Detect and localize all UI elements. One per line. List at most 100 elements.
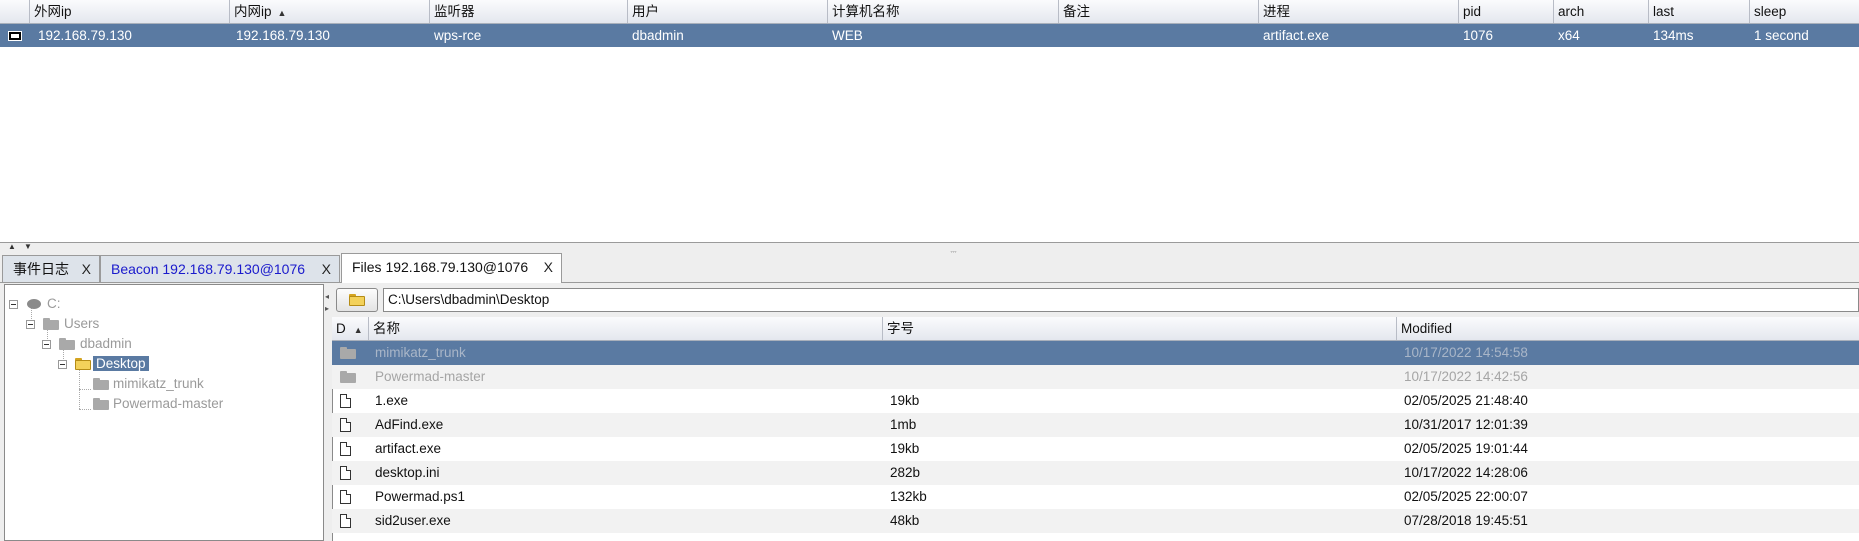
- file-modified: 02/05/2025 19:01:44: [1404, 441, 1528, 456]
- file-icon: [340, 466, 351, 480]
- pane-splitter[interactable]: ▲ ▼ ˯˯˯: [0, 242, 1859, 253]
- collapse-down-arrow-icon[interactable]: ▼: [24, 242, 32, 251]
- column-header-arch[interactable]: arch: [1554, 0, 1649, 23]
- tree-connector: [79, 389, 91, 390]
- resize-left-arrow-icon[interactable]: ◂: [325, 292, 329, 301]
- file-size: 19kb: [890, 393, 920, 408]
- session-table-header: 外网ip 内网ip ▲ 监听器 用户 计算机名称 备注 进程 pid arch l…: [0, 0, 1859, 24]
- folder-icon: [349, 294, 365, 306]
- session-pid: 1076: [1463, 28, 1494, 43]
- file-size: 48kb: [890, 513, 920, 528]
- tree-node-dbadmin[interactable]: dbadmin: [80, 334, 132, 354]
- file-name: AdFind.exe: [375, 417, 444, 432]
- file-name: Powermad-master: [375, 369, 486, 384]
- folder-icon: [93, 398, 109, 410]
- column-header-internal-ip-label: 内网ip: [234, 4, 272, 19]
- file-modified: 02/05/2025 22:00:07: [1404, 489, 1528, 504]
- tab-close-button[interactable]: X: [322, 256, 331, 283]
- file-icon: [340, 418, 351, 432]
- resize-right-arrow-icon[interactable]: ▸: [325, 304, 329, 313]
- column-header-sleep[interactable]: sleep: [1750, 0, 1859, 23]
- tree-node-desktop[interactable]: Desktop: [93, 354, 149, 374]
- session-sleep: 1 second: [1754, 28, 1809, 43]
- tab-files[interactable]: Files 192.168.79.130@1076 X: [341, 253, 562, 283]
- session-listener: wps-rce: [434, 28, 482, 43]
- tab-beacon[interactable]: Beacon 192.168.79.130@1076 X: [100, 255, 340, 282]
- tree-node-desktop-label: Desktop: [93, 356, 149, 371]
- tab-close-button[interactable]: X: [82, 256, 91, 283]
- sort-ascending-icon: ▲: [353, 325, 363, 335]
- file-name: mimikatz_trunk: [375, 345, 466, 360]
- file-row[interactable]: Powermad-master 10/17/2022 14:42:56: [332, 365, 1859, 389]
- tree-node-powermad[interactable]: Powermad-master: [113, 394, 223, 414]
- file-name: artifact.exe: [375, 441, 442, 456]
- session-arch: x64: [1558, 28, 1580, 43]
- tree-node-drive[interactable]: C:: [47, 294, 61, 314]
- session-row[interactable]: 192.168.79.130 192.168.79.130 wps-rce db…: [0, 24, 1859, 47]
- column-header-note[interactable]: 备注: [1059, 0, 1259, 23]
- file-icon: [340, 394, 351, 408]
- file-modified: 10/31/2017 12:01:39: [1404, 417, 1528, 432]
- path-input[interactable]: C:\Users\dbadmin\Desktop: [383, 288, 1859, 312]
- session-external-ip: 192.168.79.130: [38, 28, 132, 43]
- column-header-external-ip[interactable]: 外网ip: [30, 0, 230, 23]
- column-header-user[interactable]: 用户: [628, 0, 828, 23]
- folder-icon: [59, 338, 75, 350]
- file-size: 282b: [890, 465, 921, 480]
- column-header-listener[interactable]: 监听器: [430, 0, 628, 23]
- file-name: Powermad.ps1: [375, 489, 466, 504]
- tree-collapse-toggle[interactable]: [26, 320, 35, 329]
- open-folder-icon: [75, 358, 91, 370]
- file-row[interactable]: Powermad.ps1 132kb 02/05/2025 22:00:07: [332, 485, 1859, 509]
- file-row[interactable]: desktop.ini 282b 10/17/2022 14:28:06: [332, 461, 1859, 485]
- tree-connector: [79, 409, 91, 410]
- file-icon: [340, 442, 351, 456]
- tree-collapse-toggle[interactable]: [58, 360, 67, 369]
- tree-collapse-toggle[interactable]: [42, 340, 51, 349]
- collapse-up-arrow-icon[interactable]: ▲: [8, 242, 16, 251]
- column-header-size[interactable]: 字号: [883, 317, 1397, 340]
- tab-beacon-label: Beacon 192.168.79.130@1076: [111, 261, 306, 277]
- file-modified: 10/17/2022 14:42:56: [1404, 369, 1528, 384]
- column-header-process[interactable]: 进程: [1259, 0, 1459, 23]
- file-name: 1.exe: [375, 393, 409, 408]
- file-icon: [340, 514, 351, 528]
- tree-collapse-toggle[interactable]: [9, 300, 18, 309]
- file-name: desktop.ini: [375, 465, 440, 480]
- tab-close-button[interactable]: X: [544, 254, 553, 281]
- folder-icon: [43, 318, 59, 330]
- session-process: artifact.exe: [1263, 28, 1330, 43]
- file-row[interactable]: artifact.exe 19kb 02/05/2025 19:01:44: [332, 437, 1859, 461]
- file-row[interactable]: sid2user.exe 48kb 07/28/2018 19:45:51: [332, 509, 1859, 533]
- drive-icon: [27, 299, 41, 309]
- tree-node-users[interactable]: Users: [64, 314, 99, 334]
- file-size: 19kb: [890, 441, 920, 456]
- tree-node-mimikatz[interactable]: mimikatz_trunk: [113, 374, 204, 394]
- session-user: dbadmin: [632, 28, 684, 43]
- tab-event-log[interactable]: 事件日志 X: [2, 255, 100, 282]
- tab-files-label: Files 192.168.79.130@1076: [352, 259, 529, 275]
- file-row[interactable]: mimikatz_trunk 10/17/2022 14:54:58: [332, 341, 1859, 365]
- file-name: sid2user.exe: [375, 513, 451, 528]
- file-icon: [340, 490, 351, 504]
- column-header-pid[interactable]: pid: [1459, 0, 1554, 23]
- folder-icon: [340, 371, 356, 383]
- column-header-internal-ip[interactable]: 内网ip ▲: [230, 0, 430, 23]
- file-table-header: D ▲ 名称 字号 Modified: [332, 317, 1859, 341]
- tab-event-log-label: 事件日志: [13, 261, 69, 277]
- file-size: 132kb: [890, 489, 927, 504]
- column-header-icon[interactable]: [0, 0, 30, 23]
- column-header-type[interactable]: D ▲: [332, 317, 369, 340]
- column-header-computer[interactable]: 计算机名称: [828, 0, 1059, 23]
- browse-folder-button[interactable]: [336, 288, 378, 312]
- column-header-modified[interactable]: Modified: [1397, 317, 1859, 340]
- splitter-grip-icon[interactable]: ˯˯˯: [950, 243, 957, 253]
- file-row[interactable]: 1.exe 19kb 02/05/2025 21:48:40: [332, 389, 1859, 413]
- folder-icon: [340, 347, 356, 359]
- tab-bar: 事件日志 X Beacon 192.168.79.130@1076 X File…: [0, 253, 1859, 283]
- file-modified: 10/17/2022 14:28:06: [1404, 465, 1528, 480]
- file-row[interactable]: AdFind.exe 1mb 10/31/2017 12:01:39: [332, 413, 1859, 437]
- column-header-name[interactable]: 名称: [369, 317, 883, 340]
- file-modified: 10/17/2022 14:54:58: [1404, 345, 1528, 360]
- column-header-last[interactable]: last: [1649, 0, 1750, 23]
